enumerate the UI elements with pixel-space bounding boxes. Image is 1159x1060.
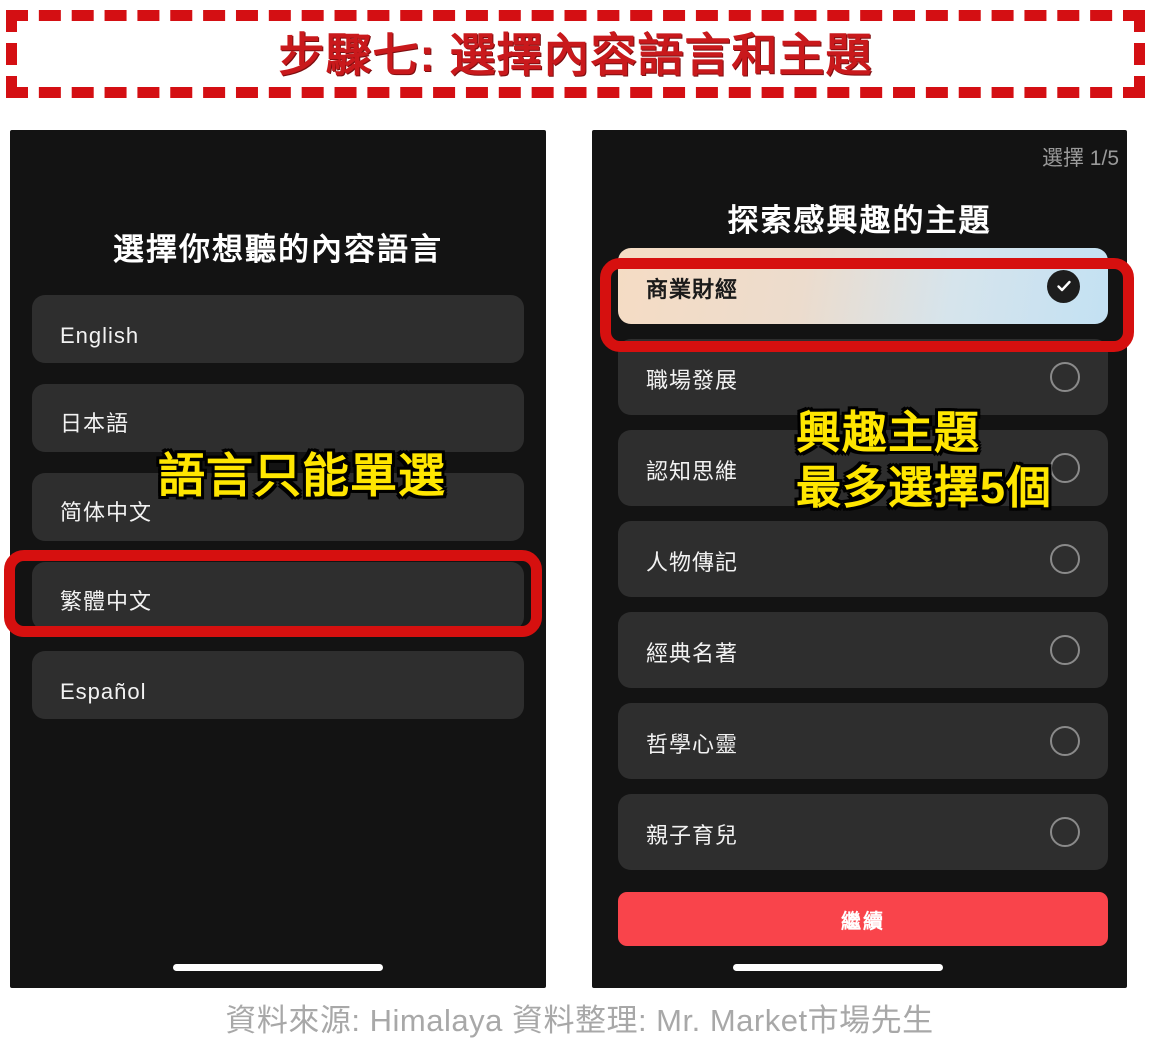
annotation-topic-line2: 最多選擇5個 — [796, 462, 1053, 513]
continue-button[interactable]: 繼續 — [618, 892, 1108, 946]
language-option-label: 日本語 — [60, 411, 130, 436]
language-option-label: 繁體中文 — [60, 589, 153, 614]
language-list: English 日本語 简体中文 繁體中文 Español — [32, 295, 524, 740]
check-circle-icon[interactable] — [1047, 269, 1080, 303]
topic-option-label: 親子育兒 — [646, 823, 739, 848]
topic-option-label: 哲學心靈 — [646, 732, 739, 757]
topic-option-business-finance[interactable]: 商業財經 — [618, 248, 1108, 324]
language-screen-title: 選擇你想聽的內容語言 — [113, 232, 443, 267]
step-header-banner: 步驟七: 選擇內容語言和主題 — [6, 10, 1145, 98]
language-option-japanese[interactable]: 日本語 — [32, 384, 524, 452]
language-option-label: 简体中文 — [60, 500, 153, 525]
topic-option-philosophy-mind[interactable]: 哲學心靈 — [618, 703, 1108, 779]
radio-circle-icon[interactable] — [1050, 544, 1080, 574]
topic-option-label: 經典名著 — [646, 641, 739, 666]
language-option-label: English — [60, 323, 140, 348]
radio-circle-icon[interactable] — [1050, 726, 1080, 756]
topic-option-label: 認知思維 — [646, 459, 739, 484]
radio-circle-icon[interactable] — [1050, 817, 1080, 847]
source-footer: 資料來源: Himalaya 資料整理: Mr. Market市場先生 — [225, 1003, 934, 1038]
home-indicator — [173, 964, 383, 971]
selection-counter: 選擇 1/5 — [1041, 147, 1119, 170]
radio-circle-icon[interactable] — [1050, 635, 1080, 665]
radio-circle-icon[interactable] — [1050, 362, 1080, 392]
topic-option-biography[interactable]: 人物傳記 — [618, 521, 1108, 597]
topic-option-classic-literature[interactable]: 經典名著 — [618, 612, 1108, 688]
phone-screenshot-topics: 選擇 1/5 探索感興趣的主題 商業財經 職場發展 認知思維 人物傳記 經典名著… — [592, 130, 1127, 988]
topic-list: 商業財經 職場發展 認知思維 人物傳記 經典名著 哲學心靈 親子育兒 — [618, 248, 1108, 885]
phone-screenshot-language: 選擇你想聽的內容語言 English 日本語 简体中文 繁體中文 Español — [10, 130, 546, 988]
home-indicator — [733, 964, 944, 971]
annotation-topic-line1: 興趣主題 — [796, 407, 981, 458]
topic-option-label: 商業財經 — [646, 277, 739, 302]
language-option-label: Español — [60, 679, 147, 704]
topic-option-parenting[interactable]: 親子育兒 — [618, 794, 1108, 870]
annotation-language-single-select: 語言只能單選 — [158, 449, 446, 502]
topic-screen-title: 探索感興趣的主題 — [727, 203, 992, 238]
language-option-spanish[interactable]: Español — [32, 651, 524, 719]
topic-option-career-development[interactable]: 職場發展 — [618, 339, 1108, 415]
topic-option-label: 職場發展 — [646, 368, 739, 393]
radio-circle-icon[interactable] — [1050, 453, 1080, 483]
language-option-english[interactable]: English — [32, 295, 524, 363]
page-title: 步驟七: 選擇內容語言和主題 — [278, 29, 873, 81]
annotation-topic-max-five: 興趣主題 最多選擇5個 — [796, 410, 1052, 510]
topic-option-label: 人物傳記 — [646, 550, 739, 575]
language-option-traditional-chinese[interactable]: 繁體中文 — [32, 562, 524, 630]
